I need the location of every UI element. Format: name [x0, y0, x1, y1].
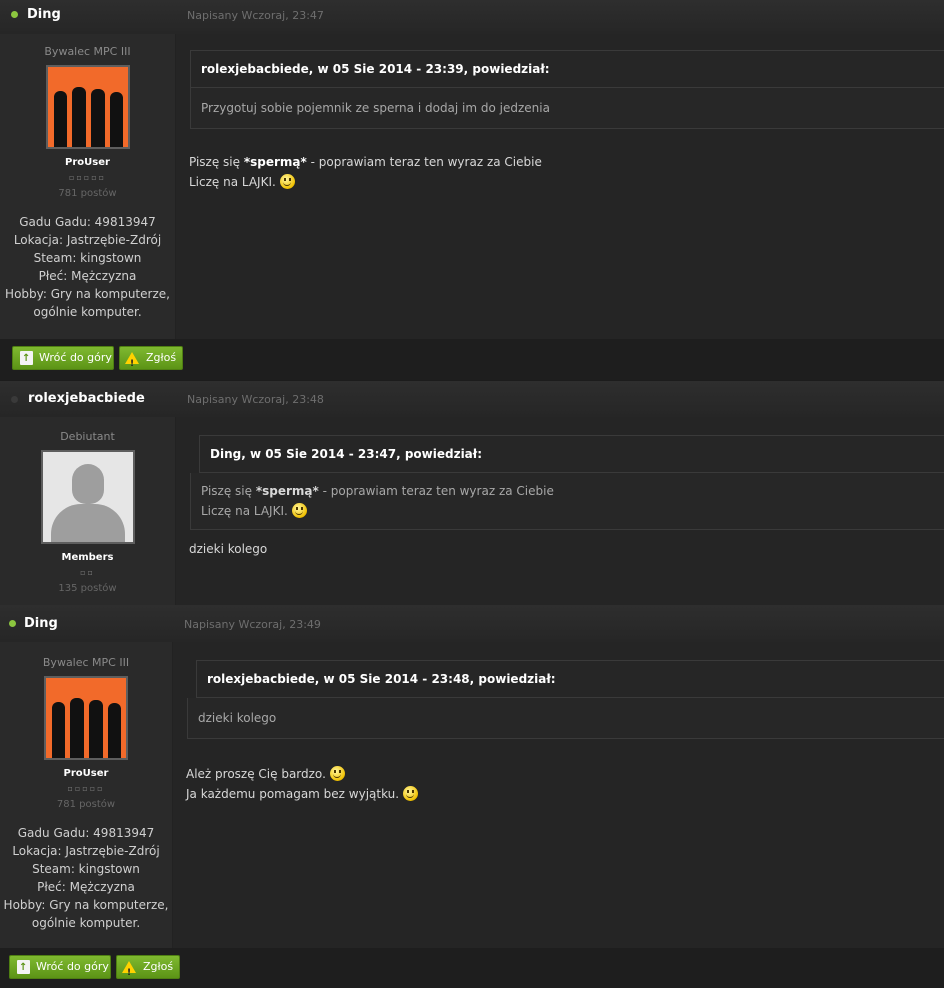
post-text-line: Ależ proszę Cię bardzo.: [186, 764, 934, 784]
avatar-figure: [90, 89, 105, 147]
author-sidebar: Bywalec MPC III ProUser ▫▫▫▫▫ 781 postów…: [0, 34, 176, 339]
author-sidebar: Bywalec MPC III ProUser ▫▫▫▫▫ 781 postów…: [0, 642, 173, 948]
field-steam: Steam: kingstown: [32, 862, 140, 876]
member-rank: Debiutant: [60, 430, 115, 443]
smiley-icon: [279, 174, 295, 189]
avatar[interactable]: [45, 65, 130, 149]
quote-body: Piszę się *spermą* - poprawiam teraz ten…: [191, 473, 944, 529]
post-header: Ding Napisany Wczoraj, 23:49: [0, 605, 944, 643]
avatar-figure: [109, 92, 123, 147]
field-location: Lokacja: Jastrzębie-Zdrój: [13, 233, 162, 247]
avatar-figure: [70, 698, 84, 758]
post-1: Ding Napisany Wczoraj, 23:47 Bywalec MPC…: [0, 0, 944, 380]
post-date: Napisany Wczoraj, 23:49: [184, 618, 321, 631]
quote-citation[interactable]: rolexjebacbiede, w 05 Sie 2014 - 23:48, …: [197, 661, 944, 698]
post-date: Napisany Wczoraj, 23:47: [187, 9, 324, 22]
field-gadu: Gadu Gadu: 49813947: [19, 215, 156, 229]
avatar[interactable]: [44, 676, 128, 760]
post-3: Ding Napisany Wczoraj, 23:49 Bywalec MPC…: [0, 605, 944, 988]
field-steam: Steam: kingstown: [33, 251, 142, 265]
avatar-figure: [89, 700, 103, 758]
profile-fields: Gadu Gadu: 49813947 Lokacja: Jastrzębie-…: [0, 824, 172, 932]
back-to-top-button[interactable]: Wróć do góry: [12, 346, 114, 370]
quote-block: Ding, w 05 Sie 2014 - 23:47, powiedział:: [199, 435, 944, 474]
page-up-icon: [20, 348, 33, 370]
post-text-line: Ja każdemu pomagam bez wyjątku.: [186, 784, 934, 804]
quote-block-body: dzieki kolego: [187, 698, 944, 739]
field-hobby-cont: ogólnie komputer.: [33, 305, 142, 319]
field-gender: Płeć: Mężczyzna: [38, 269, 137, 283]
avatar-figure: [52, 702, 65, 758]
quote-body: dzieki kolego: [198, 711, 277, 725]
rank-pips: ▫▫▫▫▫: [67, 784, 105, 793]
page-up-icon: [17, 957, 30, 979]
smiley-icon: [291, 503, 307, 518]
field-gender: Płeć: Mężczyzna: [37, 880, 135, 894]
author-name[interactable]: Ding: [27, 7, 61, 22]
member-group: ProUser: [65, 157, 110, 168]
avatar-figure: [53, 91, 67, 147]
post-2: rolexjebacbiede Napisany Wczoraj, 23:48 …: [0, 381, 944, 605]
default-avatar-body: [50, 504, 125, 542]
avatar-figure: [71, 87, 86, 147]
post-header: rolexjebacbiede Napisany Wczoraj, 23:48: [0, 381, 944, 418]
member-group: Members: [61, 552, 114, 563]
offline-status-icon: [11, 396, 18, 403]
avatar[interactable]: [40, 450, 135, 544]
field-gadu: Gadu Gadu: 49813947: [17, 826, 155, 840]
warning-icon: [125, 352, 139, 375]
profile-fields: Gadu Gadu: 49813947 Lokacja: Jastrzębie-…: [0, 213, 175, 321]
avatar-figure: [108, 703, 121, 758]
post-header: Ding Napisany Wczoraj, 23:47: [0, 0, 944, 35]
post-footer: Wróć do góry Zgłoś: [0, 339, 944, 380]
default-avatar-head: [71, 464, 104, 504]
quote-citation[interactable]: rolexjebacbiede, w 05 Sie 2014 - 23:39, …: [191, 51, 944, 88]
member-group: ProUser: [63, 768, 109, 779]
author-name[interactable]: rolexjebacbiede: [28, 391, 145, 406]
post-text-line: Liczę na LAJKI.: [189, 172, 934, 192]
post-text: dzieki kolego: [189, 542, 268, 556]
post-date: Napisany Wczoraj, 23:48: [187, 393, 324, 406]
post-content: rolexjebacbiede, w 05 Sie 2014 - 23:39, …: [176, 34, 944, 339]
quote-block-nested-body: Piszę się *spermą* - poprawiam teraz ten…: [190, 473, 944, 530]
post-count[interactable]: 781 postów: [0, 799, 172, 810]
quote-body-line: Piszę się *spermą* - poprawiam teraz ten…: [201, 484, 554, 498]
quote-citation[interactable]: Ding, w 05 Sie 2014 - 23:47, powiedział:: [200, 436, 944, 473]
quote-block: rolexjebacbiede, w 05 Sie 2014 - 23:39, …: [190, 50, 944, 129]
quote-body: Przygotuj sobie pojemnik ze sperna i dod…: [201, 101, 550, 115]
rank-pips: ▫▫▫▫▫: [68, 173, 107, 182]
post-text: Piszę się *spermą* - poprawiam teraz ten…: [189, 152, 934, 192]
field-hobby: Hobby: Gry na komputerze,: [3, 898, 169, 912]
member-rank: Bywalec MPC III: [42, 656, 130, 669]
online-status-icon: [11, 11, 18, 18]
post-content: Ding, w 05 Sie 2014 - 23:47, powiedział:…: [176, 417, 944, 605]
smiley-icon: [329, 766, 345, 781]
field-hobby-cont: ogólnie komputer.: [31, 916, 141, 930]
post-text-line: Piszę się *spermą* - poprawiam teraz ten…: [189, 155, 542, 169]
author-sidebar: Debiutant Members ▫▫ 135 postów: [0, 417, 176, 605]
report-button[interactable]: Zgłoś: [119, 346, 183, 375]
online-status-icon: [9, 620, 16, 627]
smiley-icon: [403, 786, 419, 801]
quote-body-line: Liczę na LAJKI.: [201, 501, 935, 521]
report-button[interactable]: Zgłoś: [116, 955, 180, 984]
post-footer: Wróć do góry Zgłoś: [0, 948, 944, 988]
post-text: Ależ proszę Cię bardzo. Ja każdemu pomag…: [186, 764, 934, 804]
warning-icon: [122, 961, 136, 984]
back-to-top-button[interactable]: Wróć do góry: [9, 955, 111, 979]
post-content: rolexjebacbiede, w 05 Sie 2014 - 23:48, …: [173, 642, 944, 948]
quote-block: rolexjebacbiede, w 05 Sie 2014 - 23:48, …: [196, 660, 944, 699]
member-rank: Bywalec MPC III: [44, 45, 131, 58]
field-location: Lokacja: Jastrzębie-Zdrój: [12, 844, 160, 858]
field-hobby: Hobby: Gry na komputerze,: [5, 287, 170, 301]
rank-pips: ▫▫: [80, 568, 95, 577]
post-count[interactable]: 781 postów: [0, 188, 175, 199]
post-count[interactable]: 135 postów: [0, 583, 175, 594]
author-name[interactable]: Ding: [24, 616, 58, 631]
